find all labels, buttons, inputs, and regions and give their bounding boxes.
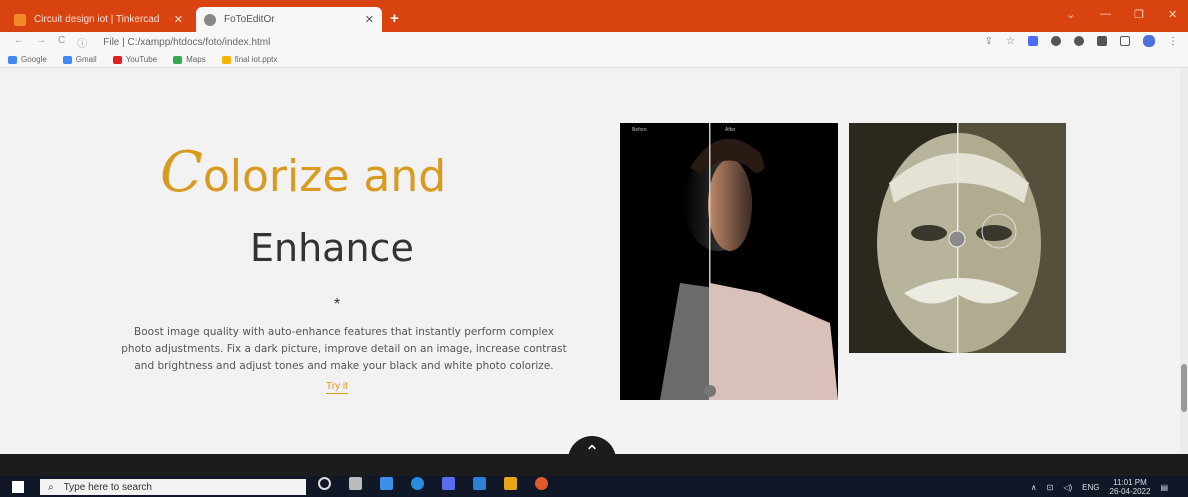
bookmark-youtube[interactable]: YouTube	[112, 55, 157, 64]
close-tab-icon[interactable]: ✕	[174, 13, 183, 26]
extension-icon[interactable]	[1074, 36, 1084, 46]
new-tab-button[interactable]: +	[390, 10, 399, 27]
network-icon[interactable]: ⊡	[1047, 483, 1054, 492]
after-label: After	[725, 127, 736, 133]
language-indicator[interactable]: ENG	[1082, 483, 1099, 492]
hero-description: Boost image quality with auto-enhance fe…	[121, 326, 567, 372]
youtube-icon	[112, 55, 122, 64]
chevron-up-icon[interactable]: ∧	[1031, 483, 1037, 492]
bookmark-maps[interactable]: Maps	[173, 55, 206, 64]
zoom-icon[interactable]	[504, 477, 517, 490]
edge-icon[interactable]	[411, 477, 424, 490]
search-icon: ⌕	[48, 481, 54, 493]
powerpoint-icon	[221, 55, 231, 64]
bookmark-gmail[interactable]: Gmail	[62, 55, 97, 64]
google-icon	[8, 55, 17, 64]
search-placeholder: Type here to search	[63, 481, 152, 493]
maximize-button[interactable]: ❐	[1134, 8, 1144, 21]
info-icon[interactable]: ⓘ	[77, 35, 87, 50]
menu-icon[interactable]: ⋮	[1168, 36, 1178, 47]
taskbar-apps	[318, 477, 548, 490]
mail-icon[interactable]	[473, 477, 486, 490]
close-tab-icon[interactable]: ✕	[365, 13, 374, 26]
close-window-button[interactable]: ✕	[1168, 8, 1177, 21]
tab-strip: Circuit design iot | Tinkercad ✕ FoToEdi…	[0, 0, 1188, 32]
clock-date: 26-04-2022	[1109, 487, 1151, 496]
notifications-icon[interactable]: ▤	[1160, 483, 1168, 492]
chevron-down-icon[interactable]: ⌄	[1066, 8, 1075, 21]
minimize-button[interactable]: —	[1100, 8, 1111, 20]
forward-icon[interactable]: →	[36, 35, 46, 50]
clock-time: 11:01 PM	[1113, 478, 1147, 487]
store-icon[interactable]	[442, 477, 455, 490]
extensions-bar: ⇪ ☆ ⋮	[985, 35, 1178, 47]
tab-tinkercad[interactable]: Circuit design iot | Tinkercad ✕	[6, 7, 191, 32]
bookmark-google[interactable]: Google	[8, 55, 47, 64]
globe-icon	[204, 13, 216, 26]
volume-icon[interactable]: ◁)	[1063, 483, 1072, 492]
maps-icon	[173, 55, 183, 64]
page-scrollbar[interactable]	[1180, 68, 1188, 454]
bookmark-final-iot[interactable]: final iot.pptx	[221, 55, 277, 64]
address-bar: ← → C ⓘ File | C:/xampp/htdocs/foto/inde…	[0, 32, 1188, 52]
chrome-icon[interactable]	[535, 477, 548, 490]
sidebar-icon[interactable]	[1120, 36, 1130, 46]
windows-start-icon[interactable]	[12, 480, 24, 493]
bookmarks-bar: Google Gmail YouTube Maps final iot.pptx	[0, 52, 1188, 68]
puzzle-icon[interactable]	[1097, 36, 1107, 46]
portrait-comparison-image: Before After	[620, 123, 838, 400]
reload-icon[interactable]: C	[58, 35, 65, 50]
scrollbar-thumb[interactable]	[1181, 364, 1187, 412]
taskbar-search-input[interactable]: ⌕ Type here to search	[40, 479, 306, 495]
oldman-comparison-image	[849, 123, 1066, 353]
google-icon	[62, 55, 72, 64]
url-field[interactable]: File | C:/xampp/htdocs/foto/index.html	[103, 37, 270, 48]
before-after-portrait[interactable]: Before After	[620, 123, 838, 400]
hero-subtitle: Enhance	[250, 226, 414, 270]
task-view-icon[interactable]	[349, 477, 362, 490]
clock[interactable]: 11:01 PM 26-04-2022	[1110, 478, 1151, 496]
file-explorer-icon[interactable]	[380, 477, 393, 490]
tab-fotoeditor[interactable]: FoToEditOr ✕	[196, 7, 382, 32]
share-icon[interactable]: ⇪	[985, 36, 993, 47]
extension-icon[interactable]	[1028, 36, 1038, 46]
before-after-oldman[interactable]	[849, 123, 1066, 353]
star-icon[interactable]: ☆	[1006, 36, 1015, 47]
tinkercad-favicon-icon	[14, 13, 26, 26]
back-icon[interactable]: ←	[14, 35, 24, 50]
cortana-icon[interactable]	[318, 477, 331, 490]
extension-icon[interactable]	[1051, 36, 1061, 46]
before-label: Before	[632, 127, 647, 133]
hero-title: Colorize and	[160, 140, 446, 205]
system-tray: ∧ ⊡ ◁) ENG 11:01 PM 26-04-2022 ▤	[1031, 478, 1168, 496]
try-it-link[interactable]: Try it	[326, 381, 348, 394]
hero-title-rest: olorize and	[202, 151, 447, 202]
tab-title: Circuit design iot | Tinkercad	[34, 14, 160, 25]
tab-title: FoToEditOr	[224, 14, 275, 25]
divider-star: *	[334, 296, 341, 313]
hero-title-initial: C	[160, 140, 203, 205]
avatar[interactable]	[1143, 35, 1155, 47]
